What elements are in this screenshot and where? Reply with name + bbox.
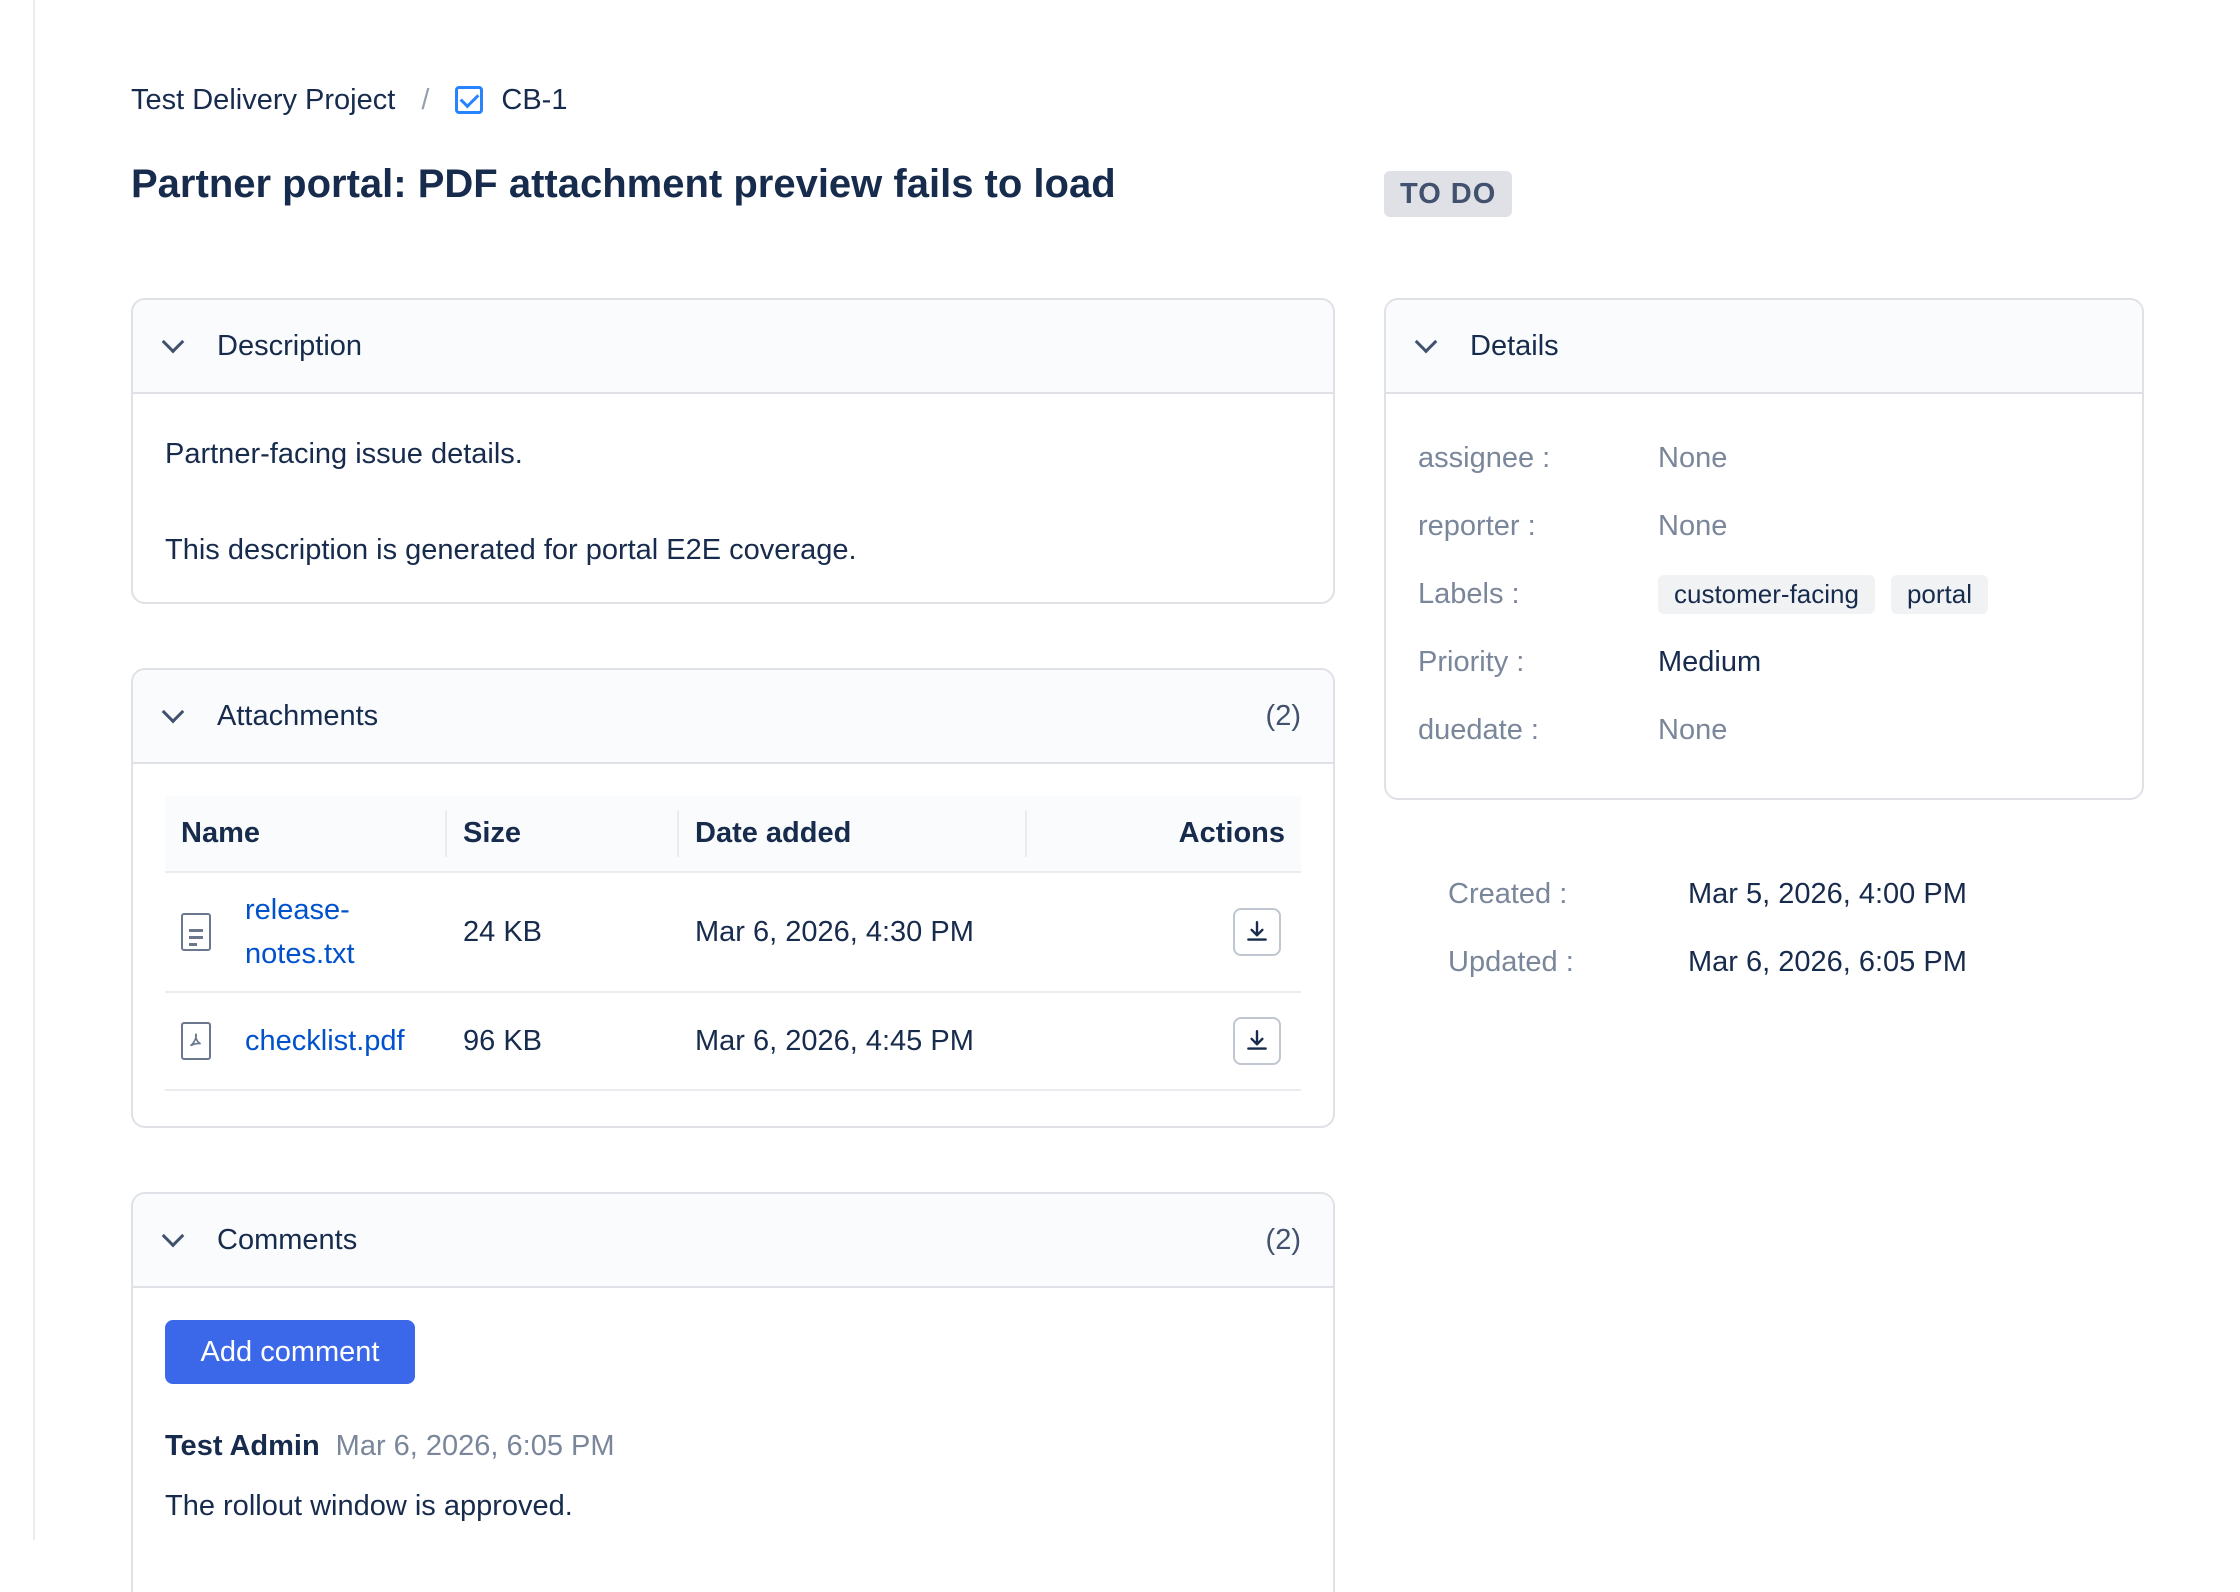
table-row: checklist.pdf 96 KB Mar 6, 2026, 4:45 PM bbox=[165, 992, 1301, 1091]
detail-label: Labels : bbox=[1418, 577, 1520, 610]
chevron-down-icon bbox=[161, 330, 185, 354]
created-value: Mar 5, 2026, 4:00 PM bbox=[1688, 877, 1967, 910]
breadcrumb-project[interactable]: Test Delivery Project bbox=[131, 84, 395, 117]
comments-heading: Comments bbox=[217, 1223, 358, 1256]
breadcrumb-issue-key[interactable]: CB-1 bbox=[501, 84, 567, 117]
comment-text: The rollout window is approved. bbox=[165, 1490, 573, 1522]
attachment-link[interactable]: release- notes.txt bbox=[245, 888, 355, 976]
attachments-header[interactable]: Attachments (2) bbox=[133, 670, 1333, 764]
issue-page: Test Delivery Project / CB-1 Partner por… bbox=[33, 0, 2240, 1592]
details-list: assignee : None reporter : None Labels :… bbox=[1386, 394, 2142, 794]
comments-header[interactable]: Comments (2) bbox=[133, 1194, 1333, 1288]
comment-author[interactable]: Test Admin bbox=[165, 1430, 320, 1463]
details-heading: Details bbox=[1470, 329, 1559, 362]
comments-panel: Comments (2) Add comment Test Admin Mar … bbox=[131, 1192, 1335, 1592]
status-badge[interactable]: TO DO bbox=[1384, 171, 1513, 217]
download-icon bbox=[1247, 1030, 1267, 1050]
priority-value[interactable]: Medium bbox=[1658, 646, 1761, 679]
download-icon bbox=[1247, 921, 1267, 941]
detail-row-reporter: reporter : None bbox=[1418, 492, 2110, 560]
details-panel: Details assignee : None reporter : None … bbox=[1384, 298, 2144, 800]
attachment-date: Mar 6, 2026, 4:30 PM bbox=[679, 872, 1027, 993]
description-paragraph: This description is generated for portal… bbox=[165, 534, 857, 566]
detail-label: reporter : bbox=[1418, 509, 1536, 542]
detail-row-assignee: assignee : None bbox=[1418, 424, 2110, 492]
detail-label: duedate : bbox=[1418, 713, 1539, 746]
column-header-date[interactable]: Date added bbox=[679, 796, 1027, 873]
attachments-heading: Attachments bbox=[217, 699, 379, 732]
description-body: Partner-facing issue details. This descr… bbox=[133, 394, 1333, 602]
chevron-down-icon bbox=[161, 1224, 185, 1248]
assignee-value[interactable]: None bbox=[1658, 442, 1727, 475]
breadcrumb-separator: / bbox=[421, 83, 430, 116]
comment-meta: Test Admin Mar 6, 2026, 6:05 PM bbox=[165, 1430, 615, 1463]
chevron-down-icon bbox=[161, 700, 185, 724]
updated-row: Updated : Mar 6, 2026, 6:05 PM bbox=[1448, 928, 1967, 996]
add-comment-button[interactable]: Add comment bbox=[165, 1320, 415, 1384]
download-button[interactable] bbox=[1233, 1017, 1281, 1065]
detail-label: assignee : bbox=[1418, 441, 1551, 474]
duedate-value[interactable]: None bbox=[1658, 714, 1727, 747]
pdf-file-icon bbox=[181, 1022, 211, 1060]
table-row: release- notes.txt 24 KB Mar 6, 2026, 4:… bbox=[165, 872, 1301, 993]
description-header[interactable]: Description bbox=[133, 300, 1333, 394]
detail-row-priority: Priority : Medium bbox=[1418, 628, 2110, 696]
comments-count: (2) bbox=[1265, 1223, 1301, 1256]
breadcrumb: Test Delivery Project / CB-1 bbox=[131, 78, 567, 122]
attachment-link[interactable]: checklist.pdf bbox=[245, 1019, 405, 1063]
detail-label: Priority : bbox=[1418, 645, 1525, 678]
page-title: Partner portal: PDF attachment preview f… bbox=[131, 162, 1116, 206]
attachment-date: Mar 6, 2026, 4:45 PM bbox=[679, 992, 1027, 1091]
reporter-value[interactable]: None bbox=[1658, 510, 1727, 543]
download-button[interactable] bbox=[1233, 908, 1281, 956]
attachments-table: Name Size Date added Actions release- no… bbox=[165, 796, 1301, 1091]
description-paragraph: Partner-facing issue details. bbox=[165, 438, 523, 470]
attachments-count: (2) bbox=[1265, 699, 1301, 732]
detail-row-labels: Labels : customer-facing portal bbox=[1418, 560, 2110, 628]
description-heading: Description bbox=[217, 329, 363, 362]
chevron-down-icon bbox=[1414, 330, 1438, 354]
updated-label: Updated : bbox=[1448, 945, 1574, 978]
column-header-actions: Actions bbox=[1027, 796, 1301, 873]
label-tag[interactable]: customer-facing bbox=[1658, 574, 1875, 614]
checkbox-icon bbox=[455, 86, 484, 114]
attachment-size: 24 KB bbox=[447, 872, 679, 993]
attachments-panel: Attachments (2) Name Size Date added Act… bbox=[131, 668, 1335, 1128]
created-label: Created : bbox=[1448, 877, 1568, 910]
label-tag[interactable]: portal bbox=[1890, 574, 1989, 614]
column-header-size[interactable]: Size bbox=[447, 796, 679, 873]
detail-row-duedate: duedate : None bbox=[1418, 696, 2110, 764]
attachment-size: 96 KB bbox=[447, 992, 679, 1091]
issue-timestamps: Created : Mar 5, 2026, 4:00 PM Updated :… bbox=[1448, 860, 1967, 996]
column-header-name[interactable]: Name bbox=[165, 796, 447, 873]
updated-value: Mar 6, 2026, 6:05 PM bbox=[1688, 945, 1967, 978]
description-panel: Description Partner-facing issue details… bbox=[131, 298, 1335, 604]
text-file-icon bbox=[181, 913, 211, 951]
details-header[interactable]: Details bbox=[1386, 300, 2142, 394]
comment-timestamp: Mar 6, 2026, 6:05 PM bbox=[335, 1430, 615, 1462]
created-row: Created : Mar 5, 2026, 4:00 PM bbox=[1448, 860, 1967, 928]
